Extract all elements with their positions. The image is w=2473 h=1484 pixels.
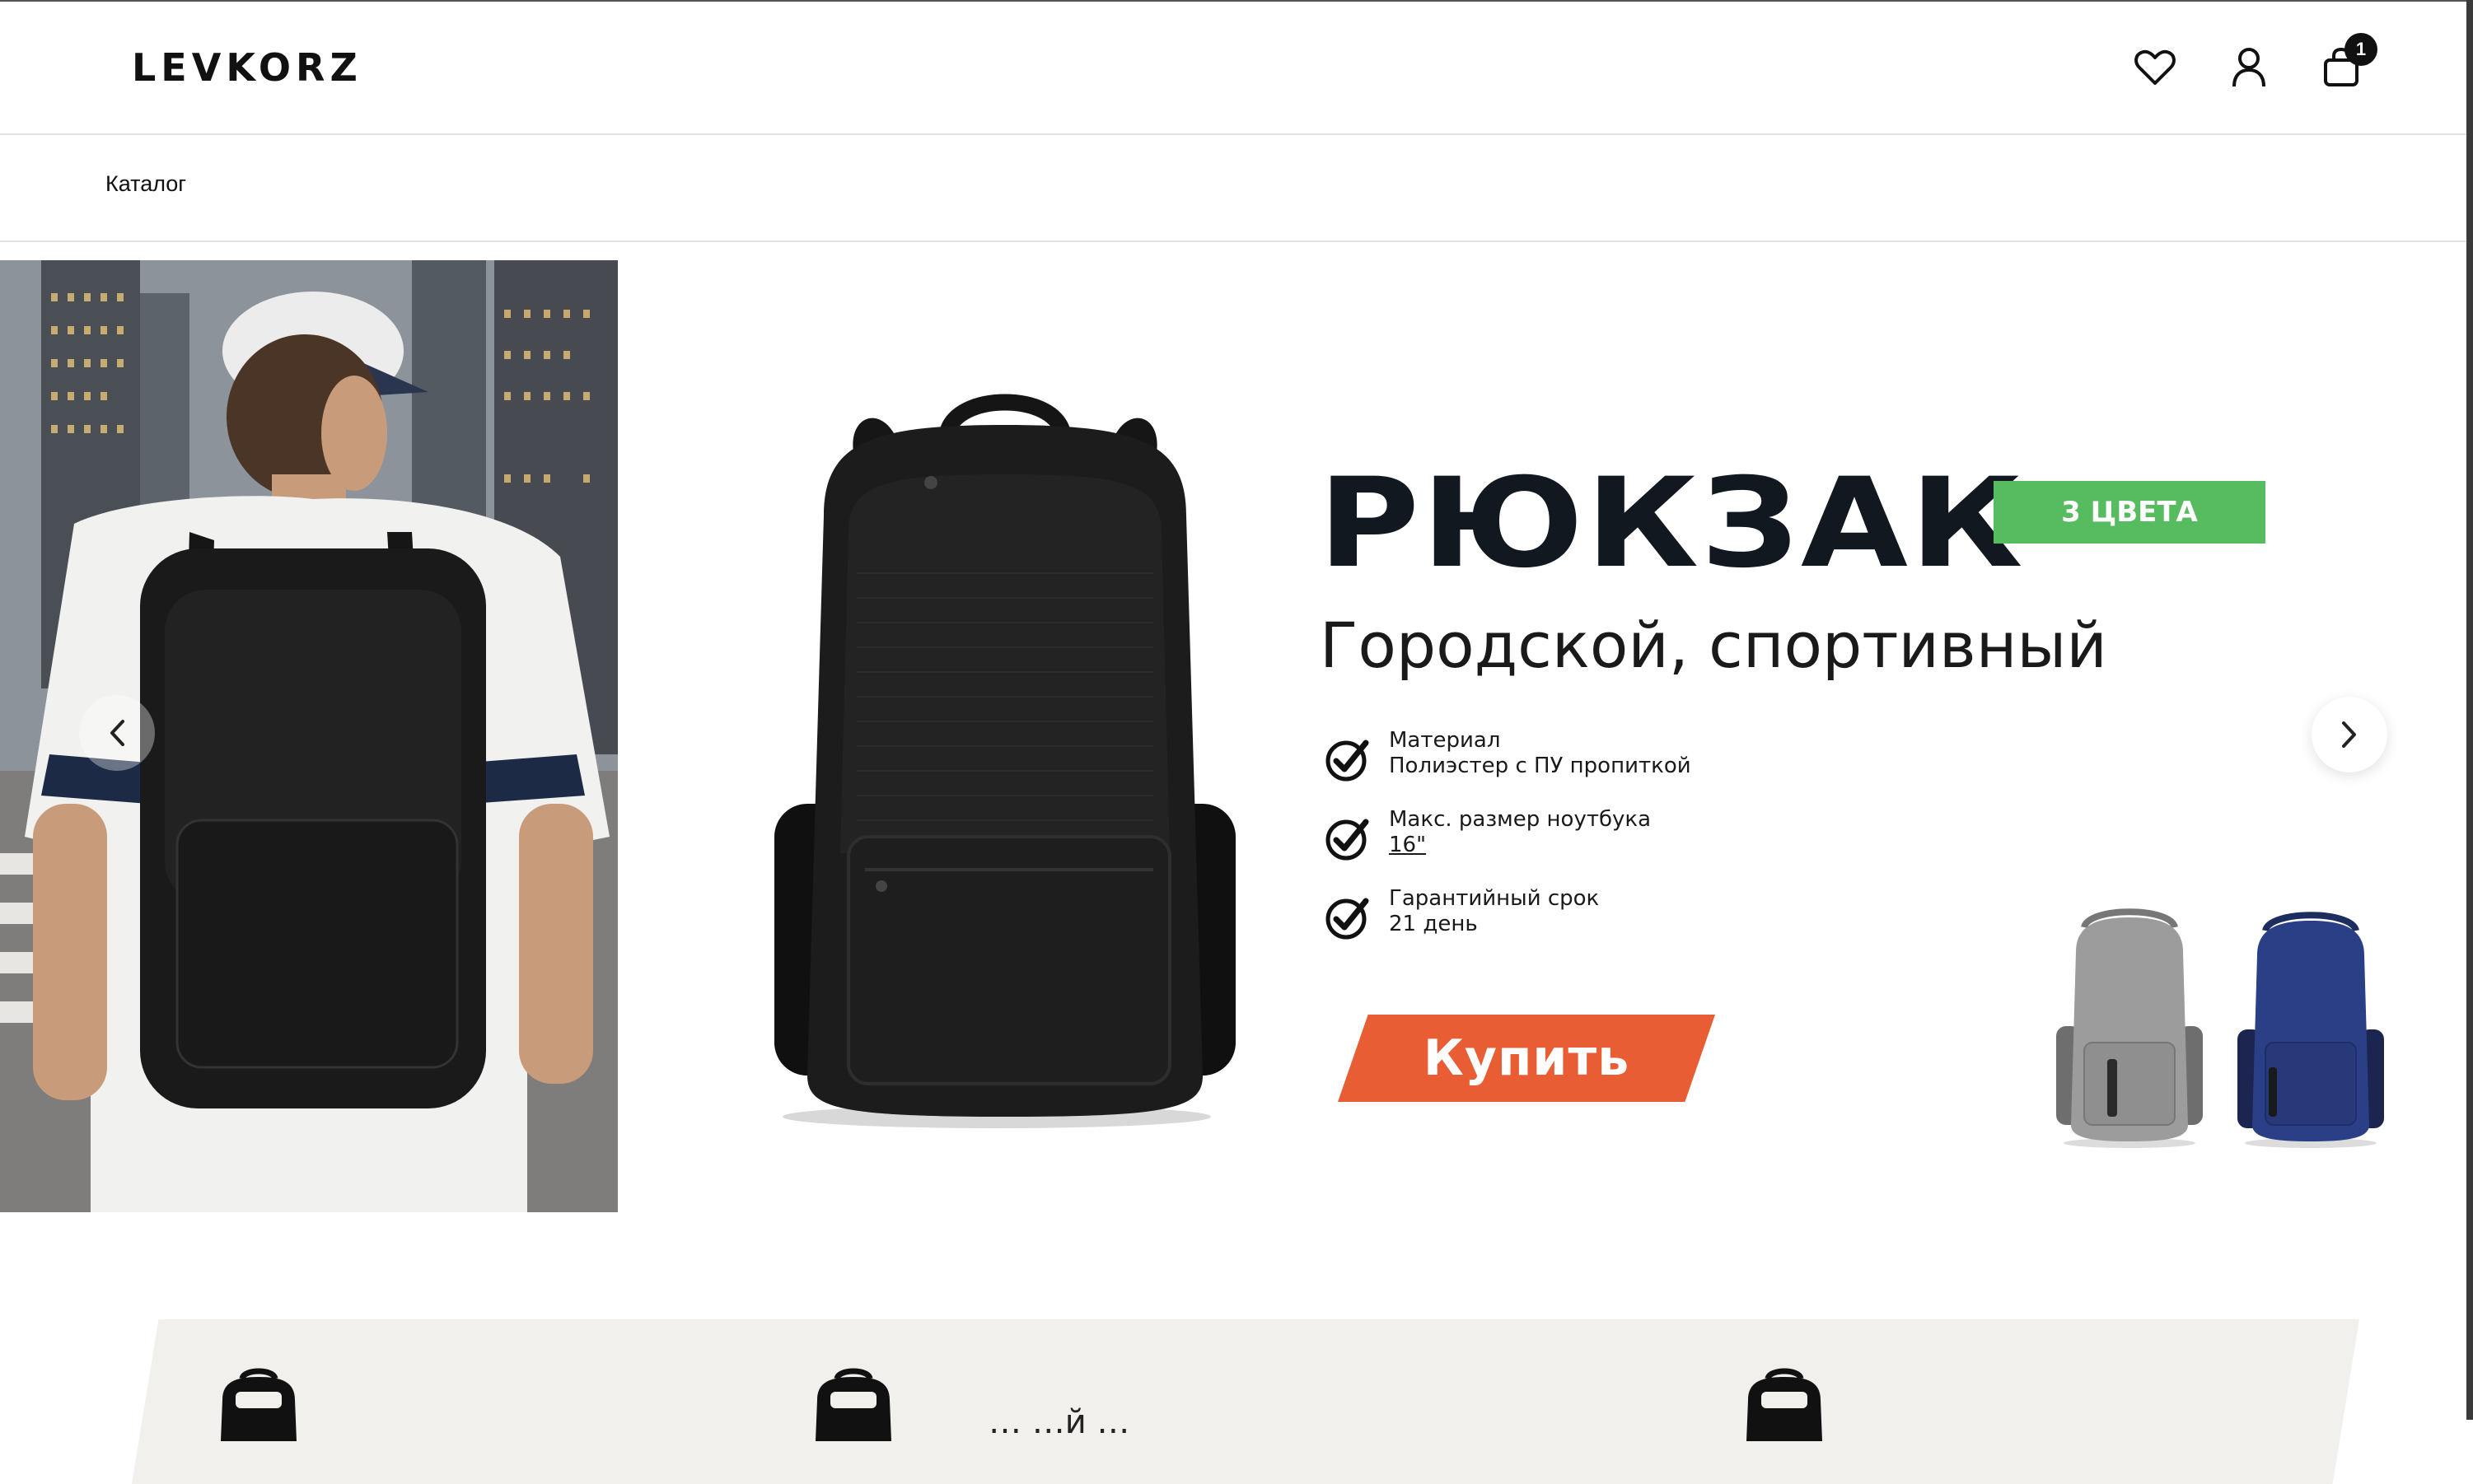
feature-item: Гарантийный срок 21 день — [1325, 886, 1901, 965]
variant-thumbnail-blue[interactable] — [2232, 906, 2389, 1150]
feature-item: Макс. размер ноутбука 16" — [1325, 807, 1901, 886]
backpack-icon — [221, 1368, 297, 1441]
backpack-icon — [1746, 1368, 1822, 1441]
variant-thumbnail-grey[interactable] — [2051, 903, 2208, 1150]
user-icon[interactable] — [2226, 44, 2272, 91]
product-title: РЮКЗАК — [1318, 452, 2025, 595]
colors-badge: 3 ЦВЕТА — [1994, 481, 2265, 544]
benefits-strip — [132, 1319, 2359, 1484]
cart-count-badge: 1 — [2344, 33, 2377, 66]
feature-value: 16" — [1389, 833, 1427, 857]
feature-label: Материал — [1389, 728, 1501, 753]
hero-slider: РЮКЗАК 3 ЦВЕТА Городской, спортивный Мат… — [0, 260, 2466, 1212]
nav-catalog-link[interactable]: Каталог — [105, 171, 186, 197]
checkmark-circle-icon — [1325, 740, 1369, 782]
product-subtitle: Городской, спортивный — [1320, 609, 2107, 682]
backpack-icon — [816, 1368, 891, 1441]
heart-icon[interactable] — [2132, 44, 2178, 91]
chevron-left-icon — [110, 720, 124, 746]
window-edge — [2466, 0, 2473, 1420]
feature-value: Полиэстер с ПУ пропиткой — [1389, 754, 1691, 778]
feature-item: Материал Полиэстер с ПУ пропиткой — [1325, 728, 1901, 807]
slider-prev-button[interactable] — [79, 695, 155, 771]
feature-value: 21 день — [1389, 912, 1478, 936]
feature-list: Материал Полиэстер с ПУ пропиткой Макс. … — [1325, 728, 1901, 965]
feature-label: Макс. размер ноутбука — [1389, 807, 1652, 832]
buy-button[interactable]: Купить — [1338, 1015, 1715, 1102]
brand-logo[interactable]: LEVKORZ — [132, 43, 362, 92]
checkmark-circle-icon — [1325, 819, 1369, 861]
chevron-right-icon — [2342, 721, 2356, 748]
checkmark-circle-icon — [1325, 898, 1369, 940]
site-header: LEVKORZ 1 — [0, 0, 2466, 135]
feature-label: Гарантийный срок — [1389, 886, 1600, 911]
slider-next-button[interactable] — [2312, 697, 2387, 772]
nav-bar: Каталог — [0, 135, 2466, 242]
benefit-text: … …й … — [989, 1403, 1130, 1441]
product-image — [758, 392, 1252, 1133]
